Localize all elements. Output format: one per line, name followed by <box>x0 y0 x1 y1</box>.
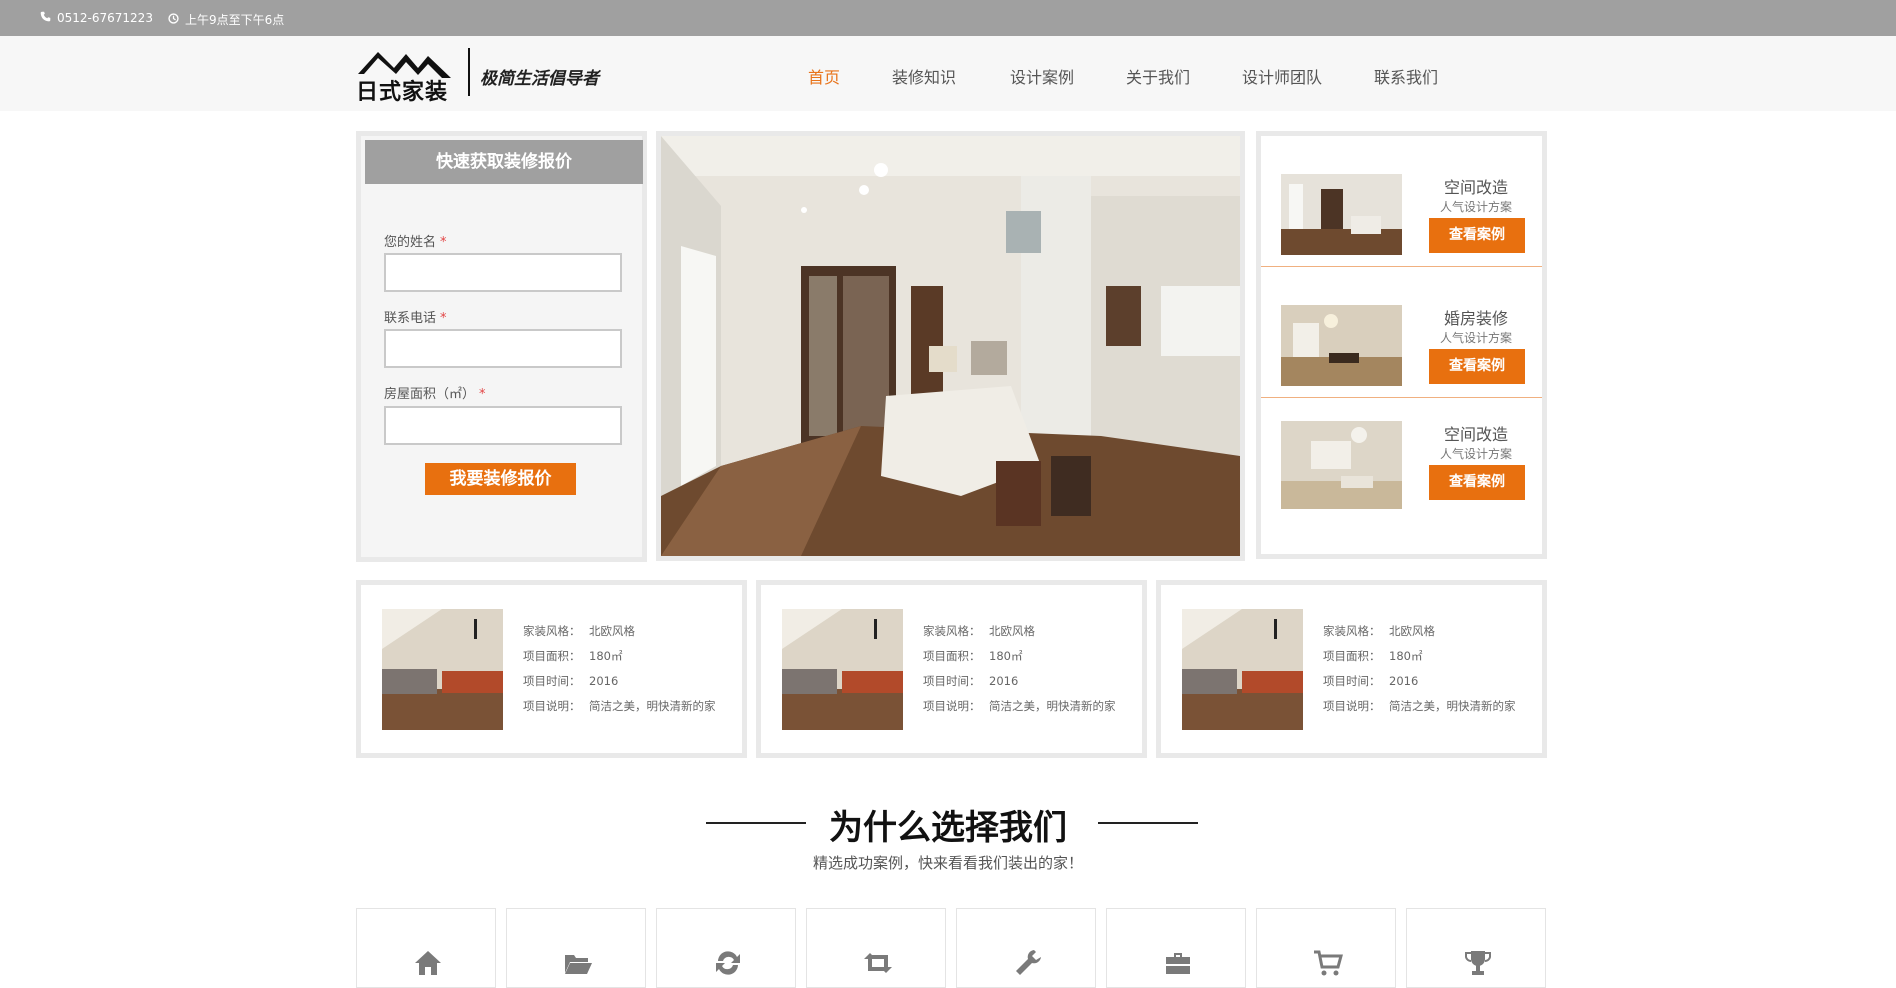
feature-tile[interactable] <box>356 908 496 988</box>
side-cases-panel: 空间改造 人气设计方案 查看案例 婚房装修 人气设计方案 查看案例 空间改造 人… <box>1256 131 1547 559</box>
case-style-row: 家装风格： 北欧风格 <box>1323 624 1435 638</box>
logo-brand-text: 日式家装 <box>356 80 449 105</box>
case-style-row: 家装风格： 北欧风格 <box>923 624 1035 638</box>
why-section-subtitle: 精选成功案例，快来看看我们装出的家！ <box>812 854 1083 872</box>
feature-tile[interactable] <box>506 908 646 988</box>
nav-about[interactable]: 关于我们 <box>1126 64 1190 88</box>
quote-form: 快速获取装修报价 您的姓名 * 联系电话 * 房屋面积（㎡） * 我要装修报价 <box>356 131 647 562</box>
side-case-subtitle: 人气设计方案 <box>1439 200 1512 214</box>
case-card[interactable]: 家装风格： 北欧风格 项目面积： 180㎡ 项目时间： 2016 项目说明： 简洁之美，… <box>1156 580 1547 758</box>
hours-info: 上午9点至下午6点 <box>168 11 284 28</box>
feature-tile[interactable] <box>656 908 796 988</box>
case-desc-row: 项目说明： 简洁之美，明快清新的家 <box>523 699 716 713</box>
side-case-name: 婚房装修 <box>1443 309 1508 328</box>
view-case-button[interactable]: 查看案例 <box>1429 465 1525 500</box>
side-case-thumbnail[interactable] <box>1281 305 1402 386</box>
hero-room-photo <box>656 131 1245 561</box>
side-case-thumbnail[interactable] <box>1281 174 1402 255</box>
case-card[interactable]: 家装风格： 北欧风格 项目面积： 180㎡ 项目时间： 2016 项目说明： 简洁之美，… <box>756 580 1147 758</box>
quote-form-title: 快速获取装修报价 <box>365 140 643 184</box>
wrench-icon <box>1016 950 1041 975</box>
feature-tile[interactable] <box>1256 908 1396 988</box>
case-thumbnail[interactable] <box>782 609 903 730</box>
phone-input[interactable] <box>384 329 622 368</box>
top-bar: 0512-67671223 上午9点至下午6点 <box>0 0 1896 36</box>
nav-home[interactable]: 首页 <box>808 64 840 88</box>
case-desc-row: 项目说明： 简洁之美，明快清新的家 <box>1323 699 1516 713</box>
case-card[interactable]: 家装风格： 北欧风格 项目面积： 180㎡ 项目时间： 2016 项目说明： 简洁之美，… <box>356 580 747 758</box>
case-desc-row: 项目说明： 简洁之美，明快清新的家 <box>923 699 1116 713</box>
trophy-icon <box>1465 951 1491 975</box>
side-case-subtitle: 人气设计方案 <box>1439 331 1512 345</box>
case-area-row: 项目面积： 180㎡ <box>1323 649 1423 663</box>
nav-knowledge[interactable]: 装修知识 <box>892 64 956 88</box>
briefcase-icon <box>1166 953 1190 974</box>
case-area-row: 项目面积： 180㎡ <box>923 649 1023 663</box>
home-icon <box>415 951 441 975</box>
side-case-thumbnail[interactable] <box>1281 421 1402 509</box>
feature-tile[interactable] <box>1106 908 1246 988</box>
side-case-name: 空间改造 <box>1443 425 1508 444</box>
side-case-item: 空间改造 人气设计方案 查看案例 <box>1261 398 1542 529</box>
folder-open-icon <box>565 955 592 974</box>
case-area-row: 项目面积： 180㎡ <box>523 649 623 663</box>
case-style-row: 家装风格： 北欧风格 <box>523 624 635 638</box>
case-time-row: 项目时间： 2016 <box>1323 674 1419 688</box>
side-case-item: 空间改造 人气设计方案 查看案例 <box>1261 136 1542 267</box>
case-time-row: 项目时间： 2016 <box>523 674 619 688</box>
feature-tile[interactable] <box>1406 908 1546 988</box>
business-hours: 上午9点至下午6点 <box>185 13 285 27</box>
nav-cases[interactable]: 设计案例 <box>1010 64 1074 88</box>
name-label: 您的姓名 * <box>384 235 447 250</box>
clock-icon <box>168 12 179 27</box>
area-label: 房屋面积（㎡） * <box>384 387 486 402</box>
nav-contact[interactable]: 联系我们 <box>1374 64 1438 88</box>
view-case-button[interactable]: 查看案例 <box>1429 218 1525 253</box>
title-divider-right <box>1098 822 1198 824</box>
feature-tile[interactable] <box>956 908 1096 988</box>
name-input[interactable] <box>384 253 622 292</box>
area-input[interactable] <box>384 406 622 445</box>
view-case-button[interactable]: 查看案例 <box>1429 349 1525 384</box>
phone-number: 0512-67671223 <box>57 11 153 25</box>
feature-tile[interactable] <box>806 908 946 988</box>
why-section-title: 为什么选择我们 <box>829 808 1067 848</box>
get-quote-button[interactable]: 我要装修报价 <box>425 463 576 495</box>
cart-icon <box>1314 950 1343 976</box>
nav-designers[interactable]: 设计师团队 <box>1242 64 1322 88</box>
side-case-item: 婚房装修 人气设计方案 查看案例 <box>1261 267 1542 398</box>
retweet-icon <box>864 953 892 973</box>
phone-label: 联系电话 * <box>384 311 447 326</box>
phone-icon <box>40 11 51 25</box>
side-case-name: 空间改造 <box>1443 178 1508 197</box>
case-thumbnail[interactable] <box>1182 609 1303 730</box>
header: 日式家装 极简生活倡导者 首页 装修知识 设计案例 关于我们 设计师团队 联系我… <box>0 36 1896 111</box>
refresh-icon <box>716 951 740 975</box>
logo[interactable]: 日式家装 极简生活倡导者 <box>356 44 602 105</box>
case-time-row: 项目时间： 2016 <box>923 674 1019 688</box>
side-case-subtitle: 人气设计方案 <box>1439 447 1512 461</box>
logo-slogan: 极简生活倡导者 <box>480 69 599 89</box>
phone-info: 0512-67671223 <box>40 11 153 25</box>
case-thumbnail[interactable] <box>382 609 503 730</box>
